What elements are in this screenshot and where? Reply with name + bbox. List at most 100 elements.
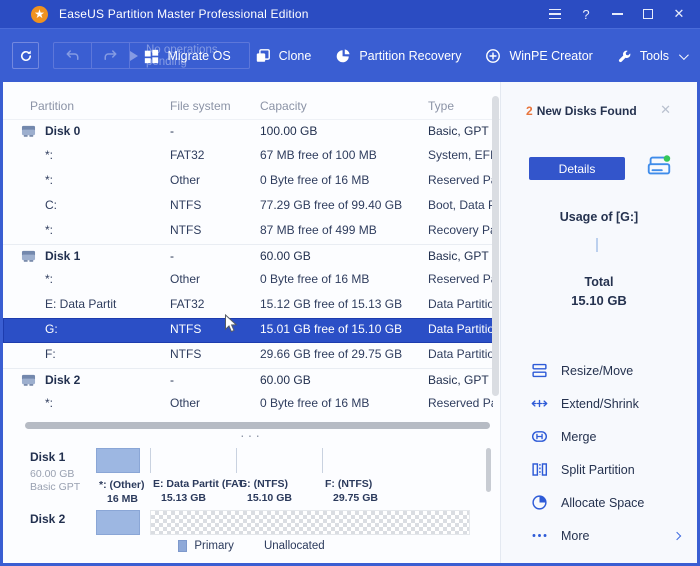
capacity-value: 15.01 GB free of 15.10 GB bbox=[260, 322, 402, 336]
usage-title: Usage of [G:] bbox=[501, 210, 697, 224]
split-partition-icon bbox=[531, 461, 548, 478]
table-row[interactable]: *: Other 0 Byte free of 16 MB Reserved P… bbox=[3, 268, 493, 293]
table-row[interactable]: G: NTFS 15.01 GB free of 15.10 GB Data P… bbox=[3, 318, 493, 343]
disk-map-row: Disk 1 60.00 GB Basic GPT *: (Other)16 M… bbox=[3, 442, 500, 504]
capacity-value: 60.00 GB bbox=[260, 249, 311, 263]
disk-icon bbox=[21, 249, 36, 266]
type-value: Reserved Par... bbox=[428, 396, 493, 410]
file-system-value: NTFS bbox=[170, 322, 201, 336]
maximize-button[interactable] bbox=[639, 5, 657, 23]
panel-splitter-handle[interactable]: ··· bbox=[3, 430, 500, 440]
type-value: Basic, GPT bbox=[428, 124, 489, 138]
disk-map-partition[interactable]: * Unallocated59.98 GB bbox=[150, 510, 470, 535]
migrate-os-button[interactable]: Migrate OS bbox=[144, 49, 230, 64]
disk-map: Disk 1 60.00 GB Basic GPT *: (Other)16 M… bbox=[3, 442, 500, 539]
partition-recovery-button[interactable]: Partition Recovery bbox=[335, 48, 461, 64]
new-disk-icon[interactable] bbox=[645, 152, 673, 185]
type-value: System, EFI ... bbox=[428, 148, 493, 162]
table-row[interactable]: E: Data Partit FAT32 15.12 GB free of 15… bbox=[3, 293, 493, 318]
more-label: More bbox=[561, 529, 589, 543]
merge-action[interactable]: Merge bbox=[501, 420, 697, 453]
table-row[interactable]: F: NTFS 29.66 GB free of 29.75 GB Data P… bbox=[3, 343, 493, 368]
redo-icon bbox=[103, 49, 118, 62]
resize-move-action[interactable]: Resize/Move bbox=[501, 354, 697, 387]
more-action[interactable]: More bbox=[501, 519, 697, 552]
tools-button[interactable]: Tools bbox=[617, 49, 686, 64]
legend-unallocated-label: Unallocated bbox=[264, 540, 325, 552]
type-value: Recovery Par... bbox=[428, 223, 493, 237]
disk-map-partition[interactable]: *: (Other)16 MB bbox=[96, 448, 140, 473]
details-button[interactable]: Details bbox=[529, 157, 625, 180]
column-header-partition[interactable]: Partition bbox=[30, 99, 74, 113]
disk-icon bbox=[21, 124, 36, 141]
table-row[interactable]: Disk 0 - 100.00 GB Basic, GPT bbox=[3, 120, 493, 144]
type-value: Data Partition bbox=[428, 297, 493, 311]
partition-name: F: bbox=[45, 347, 56, 361]
column-header-type[interactable]: Type bbox=[428, 99, 454, 113]
extend-shrink-label: Extend/Shrink bbox=[561, 397, 639, 411]
table-row[interactable]: *: Other 0 Byte free of 16 MB Reserved P… bbox=[3, 169, 493, 194]
capacity-value: 87 MB free of 499 MB bbox=[260, 223, 377, 237]
file-system-value: FAT32 bbox=[170, 148, 204, 162]
undo-icon bbox=[65, 49, 80, 62]
notification-close-icon[interactable]: ✕ bbox=[660, 102, 671, 118]
legend: Primary Unallocated bbox=[3, 540, 500, 552]
minimize-button[interactable] bbox=[608, 5, 626, 23]
notification-count: 2 bbox=[526, 104, 533, 118]
partition-name: G: bbox=[45, 322, 58, 336]
disk-map-partition-label: G: (NTFS)15.10 GB bbox=[239, 478, 292, 504]
migrate-os-label: Migrate OS bbox=[167, 49, 230, 63]
disk-map-partition[interactable]: E: Data Partit (FAT.15.13 GB bbox=[150, 448, 236, 473]
allocate-space-icon bbox=[531, 494, 548, 511]
mouse-cursor bbox=[224, 314, 238, 334]
window-title: EaseUS Partition Master Professional Edi… bbox=[59, 7, 309, 21]
grid-icon bbox=[144, 49, 159, 64]
disk-map-partition[interactable]: *: (Other)16 MB bbox=[96, 510, 140, 535]
menu-icon[interactable] bbox=[546, 5, 564, 23]
help-button[interactable]: ? bbox=[577, 5, 595, 23]
disk-map-scrollbar[interactable] bbox=[486, 448, 491, 492]
table-row[interactable]: Disk 1 - 60.00 GB Basic, GPT bbox=[3, 244, 493, 268]
split-partition-action[interactable]: Split Partition bbox=[501, 453, 697, 486]
file-system-value: NTFS bbox=[170, 198, 201, 212]
winpe-creator-label: WinPE Creator bbox=[509, 49, 592, 63]
column-header-filesystem[interactable]: File system bbox=[170, 99, 231, 113]
refresh-button[interactable] bbox=[12, 42, 39, 69]
extend-shrink-icon bbox=[531, 395, 548, 412]
resize-move-icon bbox=[531, 362, 548, 379]
file-system-value: - bbox=[170, 373, 174, 387]
capacity-value: 29.66 GB free of 29.75 GB bbox=[260, 347, 402, 361]
vertical-scrollbar[interactable] bbox=[492, 96, 499, 396]
undo-button[interactable] bbox=[54, 43, 92, 68]
clone-button[interactable]: Clone bbox=[255, 48, 312, 64]
clone-icon bbox=[255, 48, 271, 64]
column-header-capacity[interactable]: Capacity bbox=[260, 99, 307, 113]
allocate-space-action[interactable]: Allocate Space bbox=[501, 486, 697, 519]
disk-map-partition-label: E: Data Partit (FAT.15.13 GB bbox=[153, 478, 246, 504]
partition-name: Disk 2 bbox=[45, 373, 80, 387]
table-row[interactable]: C: NTFS 77.29 GB free of 99.40 GB Boot, … bbox=[3, 194, 493, 219]
close-button[interactable]: ✕ bbox=[670, 5, 688, 23]
file-system-value: Other bbox=[170, 173, 200, 187]
table-row[interactable]: *: NTFS 87 MB free of 499 MB Recovery Pa… bbox=[3, 219, 493, 244]
clone-label: Clone bbox=[279, 49, 312, 63]
disk-icon bbox=[21, 373, 36, 390]
table-row[interactable]: Disk 2 - 60.00 GB Basic, GPT bbox=[3, 368, 493, 392]
winpe-creator-button[interactable]: WinPE Creator bbox=[485, 48, 592, 64]
total-label: Total bbox=[501, 275, 697, 289]
disk-map-partition[interactable]: F: (NTFS)29.75 GB bbox=[322, 448, 468, 473]
redo-button[interactable] bbox=[92, 43, 130, 68]
file-system-value: NTFS bbox=[170, 223, 201, 237]
new-disks-notification: 2New Disks Found bbox=[526, 104, 637, 118]
chevron-down-icon bbox=[679, 50, 689, 60]
file-system-value: FAT32 bbox=[170, 297, 204, 311]
extend-shrink-action[interactable]: Extend/Shrink bbox=[501, 387, 697, 420]
type-value: Data Partition bbox=[428, 347, 493, 361]
table-row[interactable]: *: FAT32 67 MB free of 100 MB System, EF… bbox=[3, 144, 493, 169]
capacity-value: 100.00 GB bbox=[260, 124, 317, 138]
disk-map-partition[interactable]: G: (NTFS)15.10 GB bbox=[236, 448, 322, 473]
capacity-value: 0 Byte free of 16 MB bbox=[260, 272, 369, 286]
disk-map-bar: *: (Other)16 MB * Unallocated59.98 GB bbox=[96, 510, 470, 535]
table-row[interactable]: *: Other 0 Byte free of 16 MB Reserved P… bbox=[3, 392, 493, 417]
refresh-icon bbox=[18, 48, 34, 64]
